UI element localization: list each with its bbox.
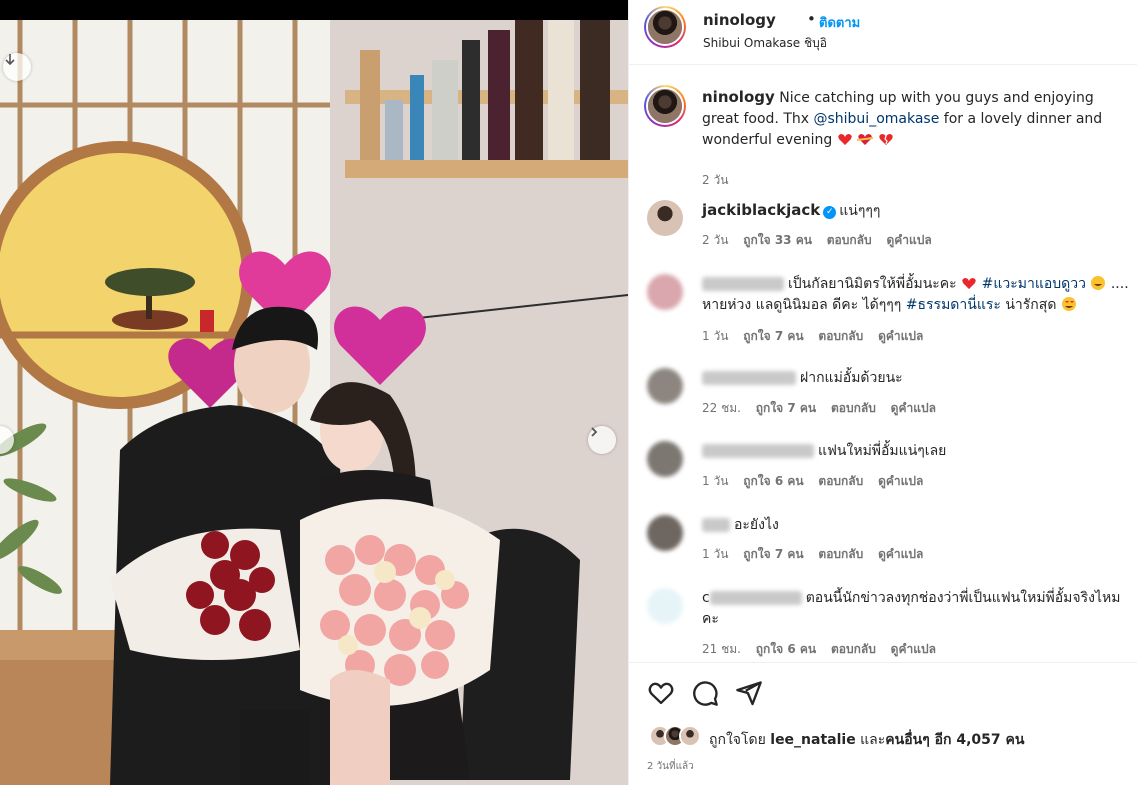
likes-prefix: ถูกใจโดย — [709, 732, 771, 748]
arrow-down-circle-icon — [5, 54, 15, 66]
comment-body: น่ารักสุด — [1000, 297, 1061, 313]
caption-mention[interactable]: @shibui_omakase — [813, 111, 939, 127]
commenter-avatar[interactable] — [647, 515, 683, 551]
post-timestamp[interactable]: 2 วันที่แล้ว — [647, 759, 694, 774]
blurred-username — [702, 277, 784, 291]
comment-meta: 1 วัน ถูกใจ 7 คน ตอบกลับ ดูคำแปล — [702, 327, 934, 346]
audio-toggle-button[interactable] — [3, 53, 31, 81]
comment-time: 1 วัน — [702, 547, 729, 561]
comment-time: 1 วัน — [702, 329, 729, 343]
post-photo[interactable] — [0, 20, 628, 785]
post-side-panel: ninology • ติดตาม Shibui Omakase ชิบุอิ … — [628, 0, 1137, 785]
comment-meta: 1 วัน ถูกใจ 6 คน ตอบกลับ ดูคำแปล — [702, 472, 934, 491]
photo-illustration — [0, 20, 628, 785]
comment-meta: 2 วัน ถูกใจ 33 คน ตอบกลับ ดูคำแปล — [702, 231, 943, 250]
caption-avatar[interactable] — [644, 85, 686, 127]
author-avatar[interactable] — [644, 6, 686, 48]
comment-body: แน่ๆๆๆ — [839, 203, 881, 219]
caption-time: 2 วัน — [702, 173, 729, 187]
likes-connector: และ — [855, 732, 886, 748]
commenter-avatar[interactable] — [647, 588, 683, 624]
author-username[interactable]: ninology — [703, 11, 776, 29]
see-translation-button[interactable]: ดูคำแปล — [878, 329, 923, 343]
post-actions: ถูกใจโดย lee_natalie และคนอื่นๆ อีก 4,05… — [629, 662, 1137, 785]
red-heart-emoji-icon — [962, 278, 976, 289]
reply-button[interactable]: ตอบกลับ — [818, 474, 863, 488]
comment-likes[interactable]: ถูกใจ 33 คน — [743, 233, 812, 247]
caption-meta: 2 วัน — [702, 171, 739, 190]
comment-meta: 22 ชม. ถูกใจ 7 คน ตอบกลับ ดูคำแปล — [702, 399, 947, 418]
chevron-right-icon — [591, 427, 598, 437]
comment-body: ฝากแม่อั้มด้วยนะ — [800, 370, 903, 386]
commenter-avatar[interactable] — [647, 441, 683, 477]
see-translation-button[interactable]: ดูคำแปล — [886, 233, 931, 247]
heart-icon[interactable] — [647, 679, 675, 707]
comment-time: 2 วัน — [702, 233, 729, 247]
post-media — [0, 0, 628, 785]
blurred-username — [709, 591, 802, 605]
comment-text: เป็นกัลยานิมิตรให้พี่อั้มนะคะ #แวะมาแอบด… — [702, 274, 1130, 316]
next-media-button[interactable] — [588, 426, 616, 454]
comment-body: แฟนใหม่พี่อั้มแน่ๆเลย — [818, 443, 947, 459]
separator-dot: • — [807, 10, 816, 28]
see-translation-button[interactable]: ดูคำแปล — [878, 474, 923, 488]
comment-time: 21 ชม. — [702, 642, 741, 656]
comments-list[interactable]: ninology Nice catching up with you guys … — [629, 66, 1137, 662]
blurred-username — [702, 371, 796, 385]
see-translation-button[interactable]: ดูคำแปล — [891, 401, 936, 415]
broken-heart-emoji-icon — [879, 134, 893, 145]
comment-time: 22 ชม. — [702, 401, 741, 415]
reply-button[interactable]: ตอบกลับ — [831, 642, 876, 656]
likers-avatars[interactable] — [649, 725, 701, 749]
comment-likes[interactable]: ถูกใจ 7 คน — [743, 329, 803, 343]
post-header: ninology • ติดตาม Shibui Omakase ชิบุอิ — [629, 0, 1137, 65]
comment-likes[interactable]: ถูกใจ 6 คน — [756, 642, 816, 656]
caption-text: ninology Nice catching up with you guys … — [702, 87, 1130, 151]
see-translation-button[interactable]: ดูคำแปล — [878, 547, 923, 561]
commenter-username[interactable]: c — [702, 590, 710, 606]
first-liker-link[interactable]: lee_natalie — [770, 732, 855, 748]
caption-username[interactable]: ninology — [702, 88, 775, 106]
paper-plane-icon[interactable] — [735, 679, 763, 707]
heart-with-ribbon-emoji-icon — [857, 134, 874, 145]
commenter-avatar[interactable] — [647, 368, 683, 404]
blurred-username — [702, 444, 814, 458]
commenter-avatar[interactable] — [647, 274, 683, 310]
blurred-username — [702, 518, 730, 532]
comment-likes[interactable]: ถูกใจ 7 คน — [756, 401, 816, 415]
commenter-username[interactable]: jackiblackjack — [702, 201, 820, 219]
see-translation-button[interactable]: ดูคำแปล — [891, 642, 936, 656]
comment-text: jackiblackjack ✓ แน่ๆๆๆ — [702, 200, 1130, 222]
location-link[interactable]: Shibui Omakase ชิบุอิ — [703, 34, 827, 53]
comment-text: อะยังไง — [702, 515, 1130, 536]
comment-likes[interactable]: ถูกใจ 6 คน — [743, 474, 803, 488]
comment-text: c ตอนนี้นักข่าวลงทุกช่องว่าพี่เป็นแฟนใหม่… — [702, 588, 1130, 630]
commenter-avatar[interactable] — [647, 200, 683, 236]
reply-button[interactable]: ตอบกลับ — [818, 329, 863, 343]
comment-body: เป็นกัลยานิมิตรให้พี่อั้มนะคะ — [788, 276, 962, 292]
reply-button[interactable]: ตอบกลับ — [827, 233, 872, 247]
comment-time: 1 วัน — [702, 474, 729, 488]
reply-button[interactable]: ตอบกลับ — [818, 547, 863, 561]
reply-button[interactable]: ตอบกลับ — [831, 401, 876, 415]
comment-body: อะยังไง — [734, 517, 779, 533]
hashtag-link[interactable]: #ธรรมดานี่แระ — [906, 297, 1001, 313]
comment-text: แฟนใหม่พี่อั้มแน่ๆเลย — [702, 441, 1130, 462]
verified-badge-icon: ✓ — [823, 206, 837, 219]
comment-meta: 21 ชม. ถูกใจ 6 คน ตอบกลับ ดูคำแปล — [702, 640, 947, 659]
grinning-sweat-emoji-icon — [1091, 276, 1106, 290]
comment-bubble-icon[interactable] — [691, 679, 719, 707]
other-likers-link[interactable]: คนอื่นๆ อีก 4,057 คน — [885, 732, 1024, 748]
hashtag-link[interactable]: #แวะมาแอบดูวว — [982, 276, 1086, 292]
comment-meta: 1 วัน ถูกใจ 7 คน ตอบกลับ ดูคำแปล — [702, 545, 934, 564]
comment-text: ฝากแม่อั้มด้วยนะ — [702, 368, 1130, 389]
heart-eyes-emoji-icon — [1061, 297, 1076, 311]
follow-button[interactable]: ติดตาม — [819, 12, 860, 33]
likes-summary[interactable]: ถูกใจโดย lee_natalie และคนอื่นๆ อีก 4,05… — [709, 729, 1024, 751]
liker-avatar — [679, 725, 701, 747]
comment-likes[interactable]: ถูกใจ 7 คน — [743, 547, 803, 561]
red-heart-emoji-icon — [838, 134, 852, 145]
